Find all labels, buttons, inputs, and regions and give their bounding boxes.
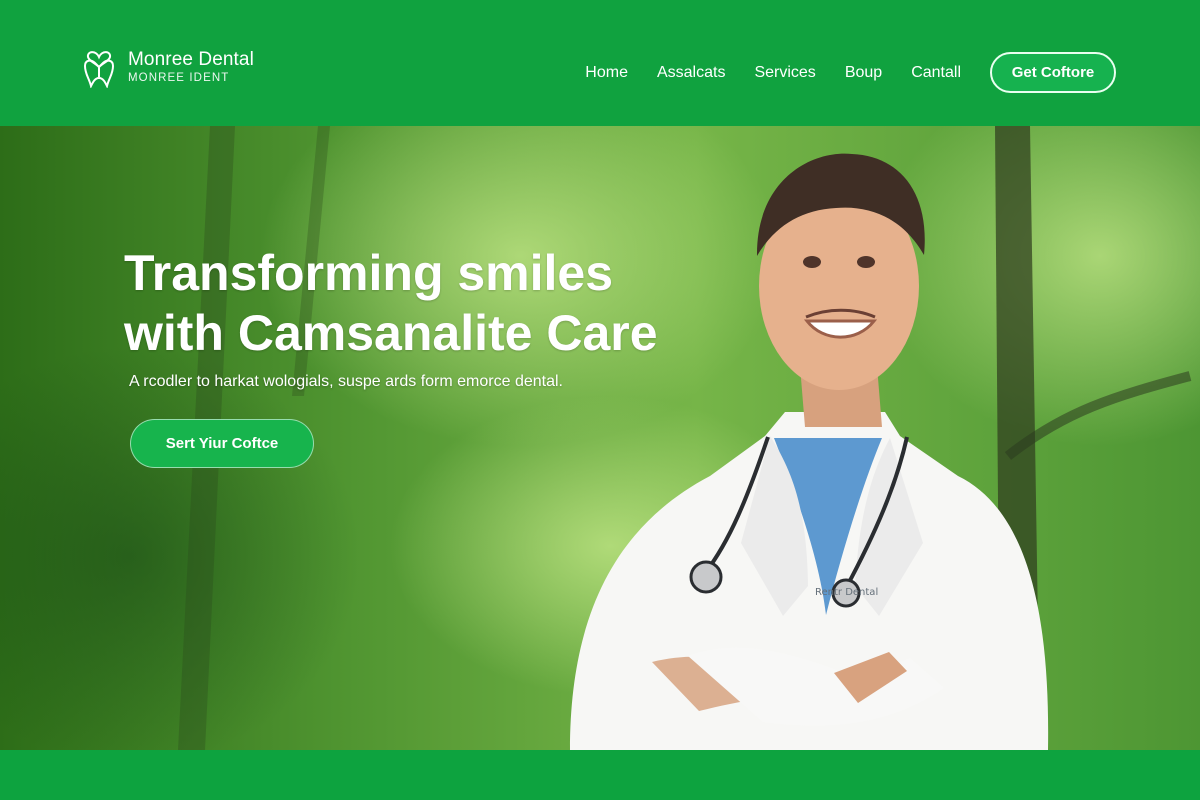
hero-section: Rentr Dental Transforming smiles with Ca… — [0, 126, 1200, 750]
main-navigation: Home Assalcats Services Boup Cantall Get… — [585, 52, 1116, 93]
brand-logo[interactable]: Monree Dental MONREE IDENT — [80, 46, 254, 88]
nav-services[interactable]: Services — [754, 64, 815, 82]
hero-heading: Transforming smiles with Camsanalite Car… — [124, 243, 684, 363]
nav-boup[interactable]: Boup — [845, 64, 882, 82]
sert-your-coftce-button[interactable]: Sert Yiur Coftce — [130, 419, 314, 468]
site-header: Monree Dental MONREE IDENT Home Assalcat… — [0, 0, 1200, 126]
nav-home[interactable]: Home — [585, 64, 628, 82]
tooth-heart-icon — [83, 51, 115, 88]
coat-name-badge: Rentr Dental — [815, 587, 879, 598]
hero-heading-line-1: Transforming smiles — [124, 245, 614, 301]
hero-heading-line-2: with Camsanalite Care — [124, 305, 658, 361]
nav-cantall[interactable]: Cantall — [911, 64, 961, 82]
doctor-portrait-image — [570, 153, 1049, 750]
brand-subtitle: MONREE IDENT — [128, 71, 230, 84]
hero-subtitle: A rcodler to harkat wologials, suspe ard… — [129, 373, 563, 390]
nav-assalcats[interactable]: Assalcats — [657, 64, 725, 82]
brand-name: Monree Dental — [128, 48, 254, 70]
footer-strip — [0, 750, 1200, 800]
get-coftore-button[interactable]: Get Coftore — [990, 52, 1116, 93]
